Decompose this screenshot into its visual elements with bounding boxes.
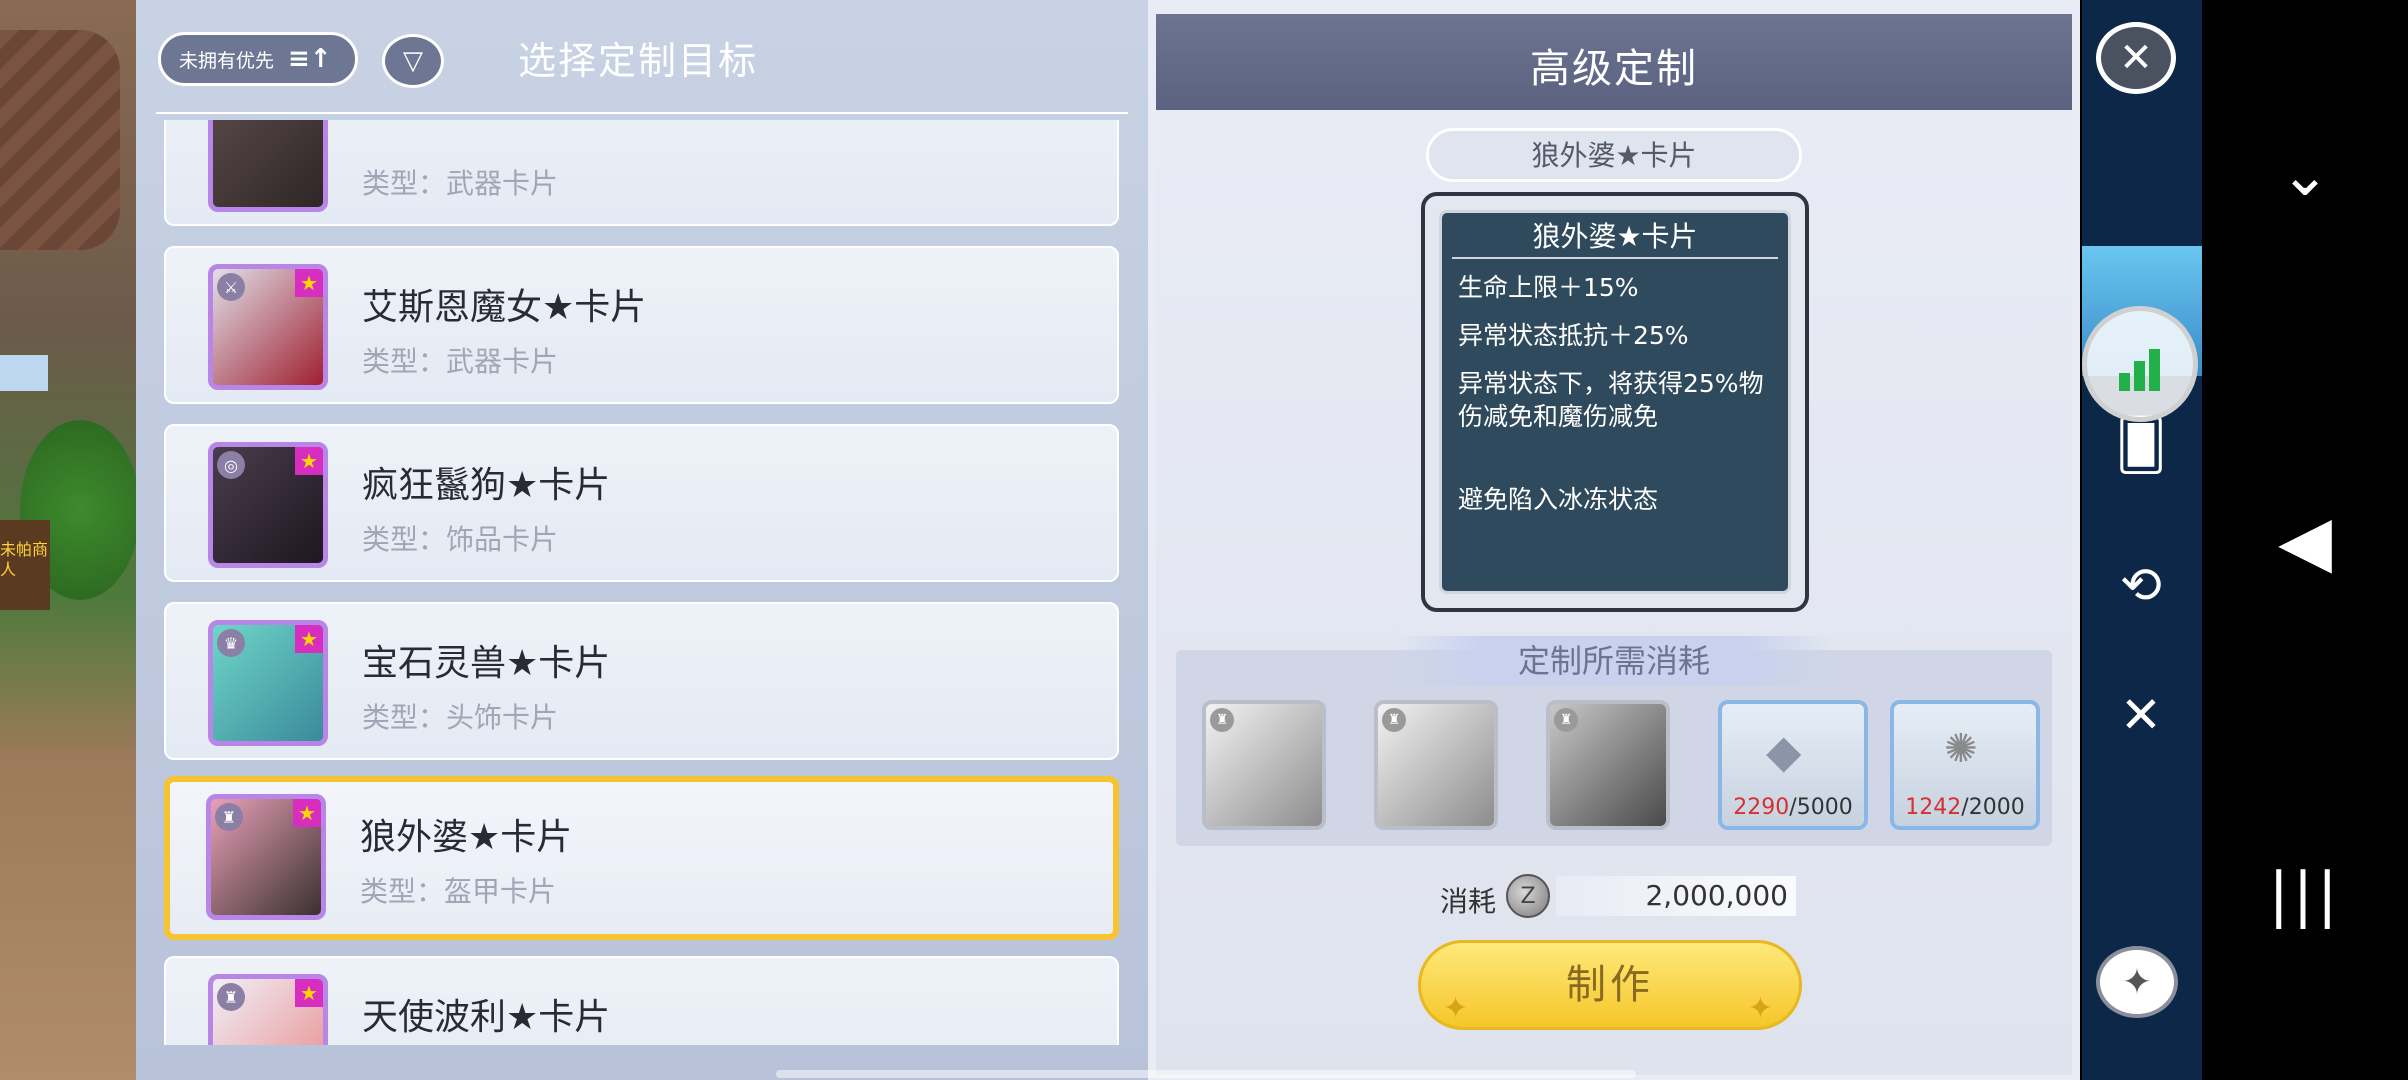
item-name: 狼外婆★卡片 bbox=[360, 817, 573, 858]
item-name: 疯狂鬣狗★卡片 bbox=[362, 465, 611, 506]
star-icon: ★ bbox=[295, 269, 323, 297]
card-effect: 异常状态下，将获得25%物伤减免和魔伤减免 bbox=[1458, 369, 1764, 431]
required-card-slot[interactable]: ♜ bbox=[1374, 700, 1498, 830]
item-type: 类型：武器卡片 bbox=[362, 345, 559, 378]
card-effect: 避免陷入冰冻状态 bbox=[1458, 485, 1659, 514]
material-slot[interactable]: ◆ 2290/5000 bbox=[1718, 700, 1868, 830]
card-avatar: ♛ ★ bbox=[208, 620, 328, 746]
sparkle-icon: ✦ bbox=[1747, 991, 1777, 1026]
weapon-icon: ⚔ bbox=[217, 273, 245, 301]
cost-title: 定制所需消耗 bbox=[1394, 636, 1834, 686]
zeny-label: 消耗 bbox=[1440, 885, 1497, 918]
required-card-slot[interactable]: ♜ bbox=[1202, 700, 1326, 830]
list-item-selected[interactable]: ♜ ★ 狼外婆★卡片 类型：盔甲卡片 bbox=[164, 776, 1119, 940]
item-type: 类型：武器卡片 bbox=[362, 167, 559, 200]
card-preview: 狼外婆★卡片 生命上限＋15% 异常状态抵抗＋25% 异常状态下，将获得25%物… bbox=[1421, 192, 1809, 612]
item-name: 天使波利★卡片 bbox=[362, 997, 611, 1038]
game-sidebar: 🂠 ⟲ ✕ bbox=[2082, 0, 2202, 1080]
filter-icon: ▽ bbox=[403, 46, 423, 76]
star-icon: ★ bbox=[295, 447, 323, 475]
npc-sign: 未帕商人 bbox=[0, 520, 50, 610]
roof-decoration bbox=[0, 30, 120, 250]
list-header: 未拥有优先 ≡↑ ▽ 选择定制目标 bbox=[136, 0, 1148, 118]
armor-icon: ♜ bbox=[215, 803, 243, 831]
game-background: 未帕商人 bbox=[0, 0, 140, 1080]
header-divider bbox=[156, 112, 1128, 114]
card-list[interactable]: 类型：武器卡片 ⚔ ★ 艾斯恩魔女★卡片 类型：武器卡片 ◎ ★ 疯狂鬣狗★卡片… bbox=[164, 120, 1124, 1045]
close-icon: ✕ bbox=[2119, 35, 2153, 81]
filter-button[interactable]: ▽ bbox=[382, 34, 444, 88]
stats-button[interactable] bbox=[2082, 306, 2198, 422]
material-slot[interactable]: ✺ 1242/2000 bbox=[1890, 700, 2040, 830]
star-icon: ★ bbox=[295, 625, 323, 653]
list-item[interactable]: ♛ ★ 宝石灵兽★卡片 类型：头饰卡片 bbox=[164, 602, 1119, 760]
card-avatar: ♜ ★ bbox=[206, 794, 326, 920]
card-swap-icon[interactable]: ⟲ bbox=[2106, 550, 2176, 620]
sparkle-icon: ✦ bbox=[1443, 991, 1473, 1026]
card-title: 狼外婆★卡片 bbox=[1452, 217, 1778, 259]
crystal-icon: ◆ bbox=[1766, 724, 1802, 778]
magic-wand-icon: ✦ bbox=[2121, 961, 2153, 1003]
card-avatar: ♜ ★ bbox=[208, 974, 328, 1045]
chevron-down-icon[interactable]: ⌄ bbox=[2202, 140, 2408, 210]
item-name: 宝石灵兽★卡片 bbox=[362, 643, 611, 684]
dust-icon: ✺ bbox=[1944, 726, 1978, 772]
magic-wand-button[interactable]: ✦ bbox=[2096, 946, 2178, 1018]
target-list-panel: 未拥有优先 ≡↑ ▽ 选择定制目标 类型：武器卡片 ⚔ ★ 艾斯恩魔女★卡片 类… bbox=[136, 0, 1148, 1080]
zeny-value: 2,000,000 bbox=[1556, 876, 1796, 916]
card-effect: 异常状态抵抗＋25% bbox=[1458, 321, 1689, 350]
item-type: 类型：头饰卡片 bbox=[362, 701, 559, 734]
card-avatar: ⚔ ★ bbox=[208, 264, 328, 390]
recent-apps-icon[interactable]: ||| bbox=[2202, 860, 2408, 930]
cost-section: 定制所需消耗 ♜ ♜ ♜ ◆ 2290/5000 ✺ 1242/2000 bbox=[1176, 636, 2052, 846]
list-item[interactable]: ♜ ★ 天使波利★卡片 bbox=[164, 956, 1119, 1045]
make-label: 制作 bbox=[1566, 962, 1654, 1008]
card-type-icon: ♜ bbox=[1210, 708, 1234, 732]
window-decoration bbox=[0, 355, 48, 391]
list-item[interactable]: 类型：武器卡片 bbox=[164, 120, 1119, 226]
material-quantity: 1242/2000 bbox=[1905, 795, 2025, 820]
card-effect: 生命上限＋15% bbox=[1458, 273, 1639, 302]
detail-body: 狼外婆★卡片 狼外婆★卡片 生命上限＋15% 异常状态抵抗＋25% 异常状态下，… bbox=[1156, 110, 2072, 1075]
back-arrow-icon[interactable]: ◀ bbox=[2202, 500, 2408, 582]
material-quantity: 2290/5000 bbox=[1733, 795, 1853, 820]
zeny-coin-icon: Z bbox=[1506, 874, 1550, 918]
make-button[interactable]: ✦ 制作 ✦ bbox=[1418, 940, 1802, 1030]
close-button[interactable]: ✕ bbox=[2096, 22, 2176, 94]
sort-label: 未拥有优先 bbox=[179, 49, 275, 72]
list-item[interactable]: ⚔ ★ 艾斯恩魔女★卡片 类型：武器卡片 bbox=[164, 246, 1119, 404]
card-inner: 狼外婆★卡片 生命上限＋15% 异常状态抵抗＋25% 异常状态下，将获得25%物… bbox=[1439, 210, 1791, 594]
star-icon: ★ bbox=[295, 979, 323, 1007]
network-icon[interactable]: ✕ bbox=[2106, 680, 2176, 750]
item-name: 艾斯恩魔女★卡片 bbox=[362, 287, 647, 328]
item-type: 类型：饰品卡片 bbox=[362, 523, 559, 556]
armor-icon: ♜ bbox=[217, 983, 245, 1011]
system-nav-bar: ⌄ ◀ ||| bbox=[2202, 0, 2408, 1080]
card-avatar bbox=[208, 120, 328, 212]
detail-header: 高级定制 bbox=[1156, 14, 2072, 110]
star-icon: ★ bbox=[293, 799, 321, 827]
detail-title: 高级定制 bbox=[1530, 46, 1698, 92]
sort-icon: ≡↑ bbox=[288, 44, 332, 74]
home-indicator[interactable] bbox=[776, 1070, 1636, 1078]
custom-detail-panel: 高级定制 狼外婆★卡片 狼外婆★卡片 生命上限＋15% 异常状态抵抗＋25% 异… bbox=[1148, 0, 2080, 1080]
sort-button[interactable]: 未拥有优先 ≡↑ bbox=[158, 32, 358, 86]
list-item[interactable]: ◎ ★ 疯狂鬣狗★卡片 类型：饰品卡片 bbox=[164, 424, 1119, 582]
required-card-slot[interactable]: ♜ bbox=[1546, 700, 1670, 830]
card-type-icon: ♜ bbox=[1382, 708, 1406, 732]
card-type-icon: ♜ bbox=[1554, 708, 1578, 732]
card-name-pill: 狼外婆★卡片 bbox=[1426, 128, 1802, 182]
headgear-icon: ♛ bbox=[217, 629, 245, 657]
page-title: 选择定制目标 bbox=[518, 39, 759, 83]
accessory-icon: ◎ bbox=[217, 451, 245, 479]
signal-bars-icon bbox=[2119, 341, 2169, 391]
item-type: 类型：盔甲卡片 bbox=[360, 875, 557, 908]
card-avatar: ◎ ★ bbox=[208, 442, 328, 568]
